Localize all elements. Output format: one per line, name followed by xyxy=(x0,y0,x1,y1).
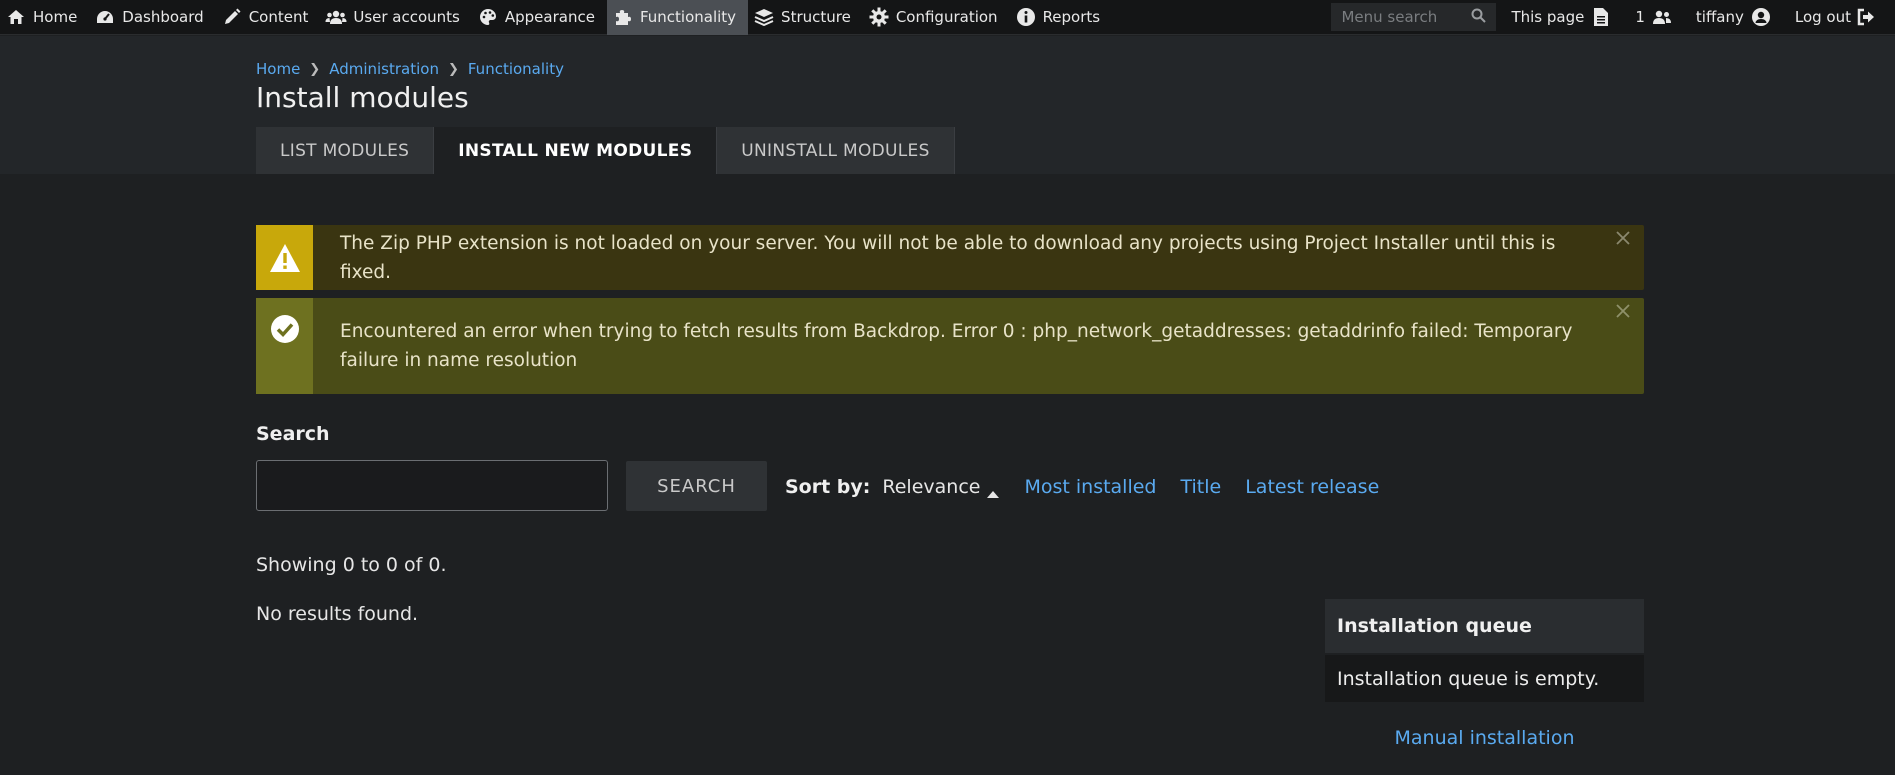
adminbar-functionality[interactable]: Functionality xyxy=(606,0,749,35)
warning-message: The Zip PHP extension is not loaded on y… xyxy=(256,225,1644,290)
sort-most-installed[interactable]: Most installed xyxy=(1024,476,1156,498)
page-header: Home ❯ Administration ❯ Functionality In… xyxy=(0,36,1895,174)
sort-relevance-label: Relevance xyxy=(882,476,981,498)
adminbar-dashboard-label: Dashboard xyxy=(122,8,204,26)
warning-text: The Zip PHP extension is not loaded on y… xyxy=(340,232,1556,283)
sort-latest-release[interactable]: Latest release xyxy=(1245,476,1379,498)
chevron-right-icon: ❯ xyxy=(309,61,321,77)
tab-install-new-modules[interactable]: INSTALL NEW MODULES xyxy=(434,127,718,174)
tab-uninstall-modules[interactable]: UNINSTALL MODULES xyxy=(717,127,955,174)
puzzle-icon xyxy=(612,6,634,28)
adminbar-structure[interactable]: Structure xyxy=(748,0,863,35)
sort-by-label: Sort by: xyxy=(785,476,871,498)
manual-installation: Manual installation xyxy=(1325,727,1644,749)
admin-bar: Home Dashboard Content User accounts App… xyxy=(0,0,1895,35)
sort-relevance[interactable]: Relevance xyxy=(882,476,1000,498)
breadcrumb-home[interactable]: Home xyxy=(256,60,300,78)
info-icon xyxy=(1015,6,1037,28)
layers-icon xyxy=(753,6,775,28)
user-circle-icon xyxy=(1750,6,1772,28)
adminbar-user-accounts[interactable]: User accounts xyxy=(320,0,472,35)
status-message: Encountered an error when trying to fetc… xyxy=(256,298,1644,394)
adminbar-reports-label: Reports xyxy=(1042,8,1101,26)
adminbar-home[interactable]: Home xyxy=(0,0,89,35)
adminbar-user-accounts-label: User accounts xyxy=(353,8,460,26)
adminbar-functionality-label: Functionality xyxy=(639,8,737,26)
sort-title[interactable]: Title xyxy=(1181,476,1222,498)
search-icon xyxy=(1471,8,1487,27)
adminbar-appearance[interactable]: Appearance xyxy=(472,0,607,35)
adminbar-this-page[interactable]: This page xyxy=(1506,0,1630,35)
users-icon xyxy=(1651,6,1673,28)
caret-up-icon xyxy=(986,482,1000,498)
tabs: LIST MODULES INSTALL NEW MODULES UNINSTA… xyxy=(256,127,955,174)
adminbar-dashboard[interactable]: Dashboard xyxy=(89,0,215,35)
breadcrumb: Home ❯ Administration ❯ Functionality xyxy=(256,60,564,78)
close-icon[interactable] xyxy=(1614,302,1632,320)
sort-by: Sort by: Relevance Most installed Title … xyxy=(785,476,1403,498)
document-icon xyxy=(1590,6,1612,28)
dashboard-icon xyxy=(94,6,116,28)
search-input[interactable] xyxy=(256,460,608,511)
warning-icon xyxy=(256,225,313,290)
breadcrumb-functionality[interactable]: Functionality xyxy=(468,60,564,78)
adminbar-right: This page 1 tiffany Log out xyxy=(1331,0,1895,35)
check-circle-icon xyxy=(256,298,313,394)
adminbar-this-page-label: This page xyxy=(1511,8,1585,26)
page-title: Install modules xyxy=(256,81,469,114)
no-results: No results found. xyxy=(256,603,419,625)
adminbar-content[interactable]: Content xyxy=(216,0,321,35)
adminbar-content-label: Content xyxy=(248,8,309,26)
tab-list-modules[interactable]: LIST MODULES xyxy=(256,127,435,174)
users-icon xyxy=(325,6,347,28)
username: tiffany xyxy=(1695,8,1744,26)
manual-installation-link[interactable]: Manual installation xyxy=(1395,727,1575,749)
chevron-right-icon: ❯ xyxy=(447,61,459,77)
palette-icon xyxy=(477,6,499,28)
status-text: Encountered an error when trying to fetc… xyxy=(340,321,1573,371)
pencil-icon xyxy=(221,6,243,28)
adminbar-users-online[interactable]: 1 xyxy=(1630,0,1691,35)
adminbar-logout[interactable]: Log out xyxy=(1790,0,1895,35)
search-button[interactable]: SEARCH xyxy=(626,461,767,511)
adminbar-configuration-label: Configuration xyxy=(895,8,998,26)
menu-search xyxy=(1331,3,1497,31)
gear-icon xyxy=(868,6,890,28)
adminbar-structure-label: Structure xyxy=(781,8,851,26)
menu-search-input[interactable] xyxy=(1341,8,1472,26)
adminbar-configuration[interactable]: Configuration xyxy=(863,0,1010,35)
close-icon[interactable] xyxy=(1614,229,1632,247)
breadcrumb-administration[interactable]: Administration xyxy=(329,60,439,78)
installation-queue-empty: Installation queue is empty. xyxy=(1325,655,1644,702)
home-icon xyxy=(5,6,27,28)
results-count: Showing 0 to 0 of 0. xyxy=(256,554,447,576)
search-label: Search xyxy=(256,423,330,445)
adminbar-appearance-label: Appearance xyxy=(504,8,595,26)
users-online-count: 1 xyxy=(1635,8,1645,26)
logout-label: Log out xyxy=(1794,8,1851,26)
adminbar-reports[interactable]: Reports xyxy=(1010,0,1113,35)
logout-icon xyxy=(1855,6,1877,28)
adminbar-home-label: Home xyxy=(33,8,78,26)
adminbar-user[interactable]: tiffany xyxy=(1691,0,1790,35)
installation-queue: Installation queue Installation queue is… xyxy=(1325,599,1644,702)
installation-queue-title: Installation queue xyxy=(1325,599,1644,653)
